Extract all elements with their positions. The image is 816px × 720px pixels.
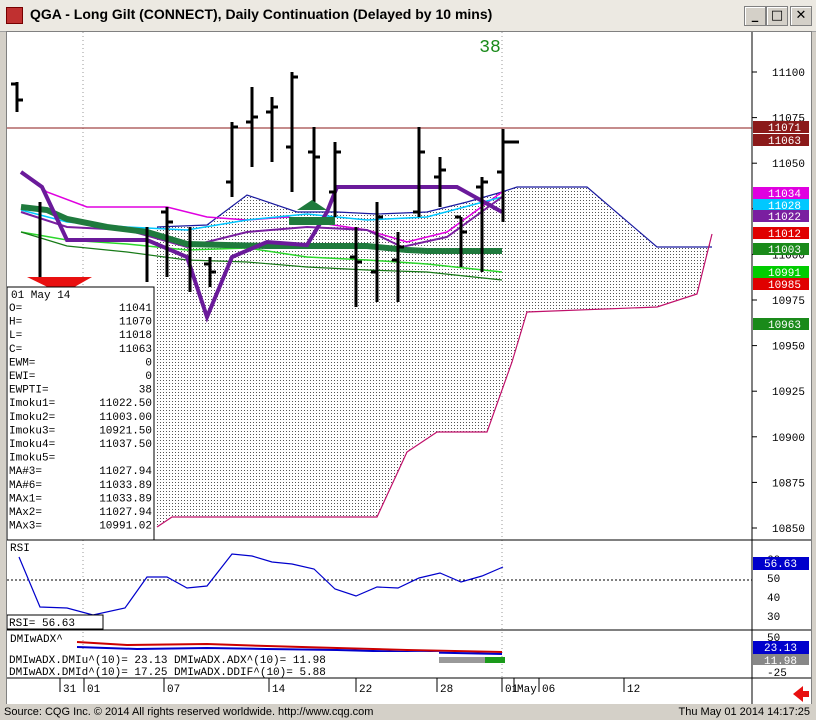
price-tag-text: 11063 [768,136,801,148]
rsi-tick-label: 50 [767,574,780,586]
buy-marker-top [297,200,327,210]
chart-area[interactable]: 38 1110011075110501102511000109751095010… [6,31,812,706]
data-window-value: 38 [139,385,152,397]
price-tag-text: 11003 [768,245,801,257]
data-window-label: EWM= [9,357,35,369]
data-window-label: Imoku2= [9,412,55,424]
data-window-date: 01 May 14 [11,290,71,302]
x-tick-label: 06 [542,684,555,696]
x-tick-label: 07 [167,684,180,696]
data-window-value: 11037.50 [99,439,152,451]
dmi-tag1-text: 23.13 [764,643,797,655]
data-window-value: 11033.89 [99,480,152,492]
data-window-label: C= [9,344,22,356]
scroll-arrow-tail[interactable] [803,691,809,697]
minimize-button[interactable]: _ [744,6,766,26]
price-tick-label: 11050 [772,159,805,171]
data-window-label: O= [9,303,22,315]
app-icon [6,7,23,24]
rsi-tick-label: 30 [767,612,780,624]
price-tag-text: 11071 [768,123,801,135]
x-tick-label: 01 [87,684,101,696]
x-tick-label: May [517,684,537,696]
rsi-line [18,553,504,616]
data-window-value: 10921.50 [99,425,152,437]
status-bar: Source: CQG Inc. © 2014 All rights reser… [0,704,816,720]
dmi-readout-line1: DMIwADX.DMIu^(10)= 23.13 DMIwADX.ADX^(10… [9,655,326,667]
data-window-label: Imoku3= [9,425,55,437]
price-tag-text: 11022 [768,212,801,224]
dmi-minus-line [76,641,503,653]
price-tag-text: 11012 [768,229,801,241]
rsi-readout: RSI= 56.63 [9,618,75,630]
data-window-value: 11041 [119,303,152,315]
x-axis-labels: 31 01 07 14 22 28 01May 06 12 [59,678,640,696]
price-tick-label: 10850 [772,524,805,536]
data-window-label: EWPTI= [9,385,49,397]
rsi-tick-label: 40 [767,593,780,605]
data-window-value: 11018 [119,330,152,342]
maximize-button[interactable]: □ [766,6,788,26]
price-tick-label: 10875 [772,478,805,490]
rsi-title: RSI [10,543,30,555]
price-tick-label: 11100 [772,68,805,80]
data-window-value: 10991.02 [99,521,152,533]
x-tick-label: 28 [440,684,453,696]
data-window-value: 11027.94 [99,466,152,478]
price-tag-text: 10963 [768,320,801,332]
data-window-label: MAx3= [9,521,42,533]
dmi-title: DMIwADX^ [10,634,63,646]
timestamp: Thu May 01 2014 14:17:25 [678,706,810,718]
window-titlebar: QGA - Long Gilt (CONNECT), Daily Continu… [0,0,816,32]
data-window-value: 11033.89 [99,493,152,505]
buy-marker-bar [289,217,335,225]
price-tick-label: 10900 [772,433,805,445]
data-window-label: Imoku4= [9,439,55,451]
close-button[interactable]: ✕ [790,6,812,26]
data-window-value: 0 [145,357,152,369]
price-tick-label: 10950 [772,342,805,354]
data-window-value: 0 [145,371,152,383]
x-tick-label: 31 [63,684,77,696]
data-window-label: MAx2= [9,507,42,519]
data-window-label: L= [9,330,22,342]
x-tick-label: 12 [627,684,640,696]
x-tick-label: 14 [272,684,286,696]
data-window-label: MA#3= [9,466,42,478]
data-window-label: MA#6= [9,480,42,492]
ewpti-label: 38 [479,38,501,58]
x-tick-label: 22 [359,684,372,696]
data-window-value: 11027.94 [99,507,152,519]
dmi-readout-line2: DMIwADX.DMId^(10)= 17.25 DMIwADX.DDIF^(1… [9,667,326,679]
data-window-label: EWI= [9,371,35,383]
price-tick-label: 10975 [772,296,805,308]
source-text: Source: CQG Inc. © 2014 All rights reser… [4,706,374,718]
ddif-histogram [485,657,505,663]
data-window-value: 11070 [119,317,152,329]
data-window-label: Imoku5= [9,453,55,465]
ichimoku-cloud [157,187,712,527]
rsi-tag-text: 56.63 [764,559,797,571]
data-window-value: 11003.00 [99,412,152,424]
chart-canvas[interactable]: 38 1110011075110501102511000109751095010… [6,32,811,705]
window-title: QGA - Long Gilt (CONNECT), Daily Continu… [30,6,493,22]
price-tag-text: 10985 [768,280,801,292]
data-window-label: MAx1= [9,493,42,505]
dmi-tag2-text: 11.98 [764,656,797,668]
data-window-value: 11063 [119,344,152,356]
data-window-label: Imoku1= [9,398,55,410]
data-window-value: 11022.50 [99,398,152,410]
price-tick-label: 10925 [772,387,805,399]
data-window-label: H= [9,317,22,329]
